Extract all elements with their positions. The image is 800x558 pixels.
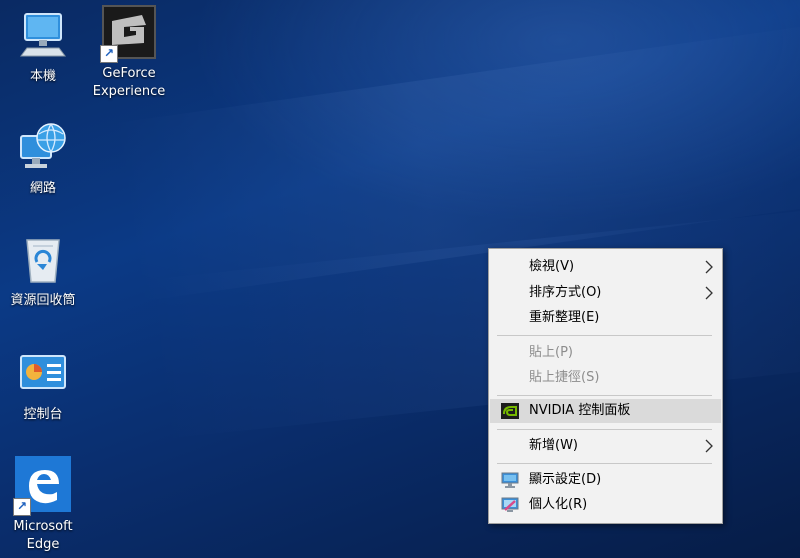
nvidia-icon (501, 403, 519, 419)
recycle-bin-icon (17, 234, 69, 286)
menu-item-personalize[interactable]: 個人化(R) (490, 493, 721, 517)
desktop-icon-label: 資源回收筒 (10, 293, 76, 308)
menu-item-display-settings[interactable]: 顯示設定(D) (490, 468, 721, 492)
edge-icon: ↗ (13, 456, 71, 516)
desktop-icon-label: 本機 (29, 69, 56, 84)
menu-separator (497, 335, 712, 336)
menu-item-label: 顯示設定(D) (529, 472, 602, 487)
display-settings-icon (501, 472, 519, 488)
desktop-icon-label: 網路 (29, 181, 56, 196)
menu-item-paste-shortcut[interactable]: 貼上捷徑(S) (490, 366, 721, 390)
menu-item-label: 排序方式(O) (529, 285, 602, 300)
control-panel-icon (17, 348, 69, 400)
menu-item-label: 新增(W) (529, 438, 578, 453)
menu-separator (497, 429, 712, 430)
desktop-icon-label: GeForce Experience (92, 66, 166, 99)
geforce-experience-icon: ↗ (100, 5, 156, 63)
shortcut-arrow-icon: ↗ (100, 45, 118, 63)
menu-item-sort-by[interactable]: 排序方式(O) (490, 281, 721, 305)
network-icon (17, 122, 69, 174)
menu-item-paste[interactable]: 貼上(P) (490, 341, 721, 365)
desktop-icon-microsoft-edge[interactable]: ↗ Microsoft Edge (0, 456, 86, 554)
menu-item-label: 檢視(V) (529, 259, 575, 274)
menu-item-view[interactable]: 檢視(V) (490, 255, 721, 279)
menu-item-label: 重新整理(E) (529, 310, 600, 325)
desktop-context-menu: 檢視(V) 排序方式(O) 重新整理(E) 貼上(P) 貼上捷徑(S) NVID… (488, 248, 723, 524)
menu-item-label: 貼上(P) (529, 345, 573, 360)
desktop-icon-label: Microsoft Edge (13, 519, 73, 552)
menu-item-label: 貼上捷徑(S) (529, 370, 600, 385)
shortcut-arrow-icon: ↗ (13, 498, 31, 516)
menu-item-label: NVIDIA 控制面板 (529, 403, 631, 418)
desktop-icon-label: 控制台 (23, 407, 63, 422)
desktop-icon-recycle-bin[interactable]: 資源回收筒 (0, 234, 86, 310)
desktop-icon-geforce-experience[interactable]: ↗ GeForce Experience (86, 5, 172, 101)
desktop-icon-this-pc[interactable]: 本機 (0, 10, 86, 86)
menu-item-nvidia-control-panel[interactable]: NVIDIA 控制面板 (490, 399, 721, 423)
menu-item-new[interactable]: 新增(W) (490, 434, 721, 458)
menu-item-refresh[interactable]: 重新整理(E) (490, 306, 721, 330)
this-pc-icon (17, 10, 69, 62)
desktop-icon-control-panel[interactable]: 控制台 (0, 348, 86, 424)
desktop-icon-network[interactable]: 網路 (0, 122, 86, 198)
personalize-icon (501, 497, 519, 513)
menu-item-label: 個人化(R) (529, 497, 588, 512)
menu-separator (497, 395, 712, 396)
menu-separator (497, 463, 712, 464)
